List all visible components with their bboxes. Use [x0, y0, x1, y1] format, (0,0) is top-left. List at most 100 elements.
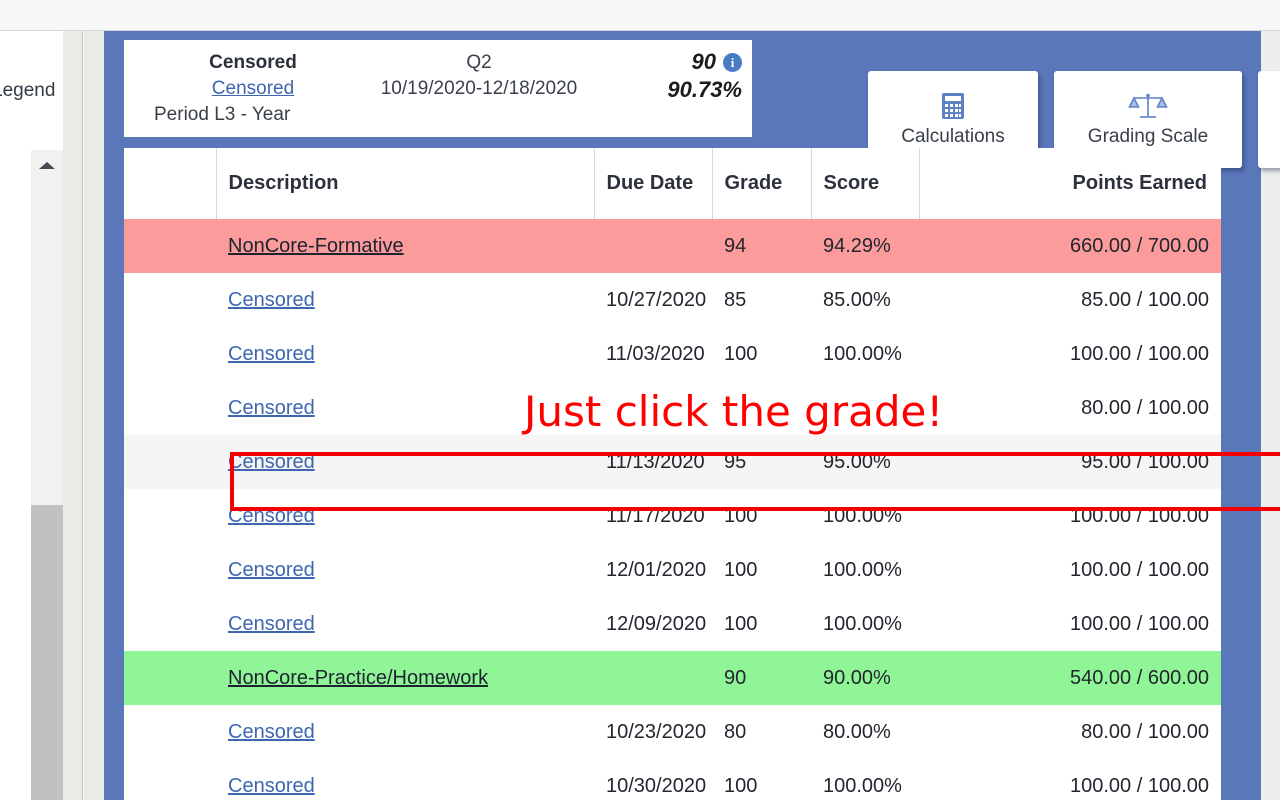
description-cell: NonCore-Practice/Homework: [216, 651, 594, 705]
scales-icon: [1128, 92, 1168, 120]
score-cell: 100.00%: [823, 342, 902, 365]
description-cell: Censored: [216, 273, 594, 327]
overall-percent-value: 90.73%: [667, 77, 742, 102]
grading-scale-label: Grading Scale: [1087, 125, 1209, 147]
category-link[interactable]: NonCore-Practice/Homework: [228, 667, 488, 689]
row-icon-cell: [124, 273, 216, 327]
scroll-up-button[interactable]: [31, 150, 63, 176]
due-date-cell: 10/23/2020: [606, 720, 707, 743]
col-header-description: Description: [216, 148, 595, 219]
assignment-link[interactable]: Censored: [228, 721, 315, 743]
due-date-cell: 12/09/2020: [606, 612, 707, 635]
col-header-grade: Grade: [712, 148, 812, 219]
grade-cell: 100: [724, 774, 758, 797]
assignment-row[interactable]: Censored 11/03/2020 100 100.00% 100.00 / 100…: [124, 327, 1221, 381]
category-row[interactable]: NonCore-Formative 94 94.29% 660.00 / 700.00: [124, 219, 1221, 273]
row-icon-cell: [124, 705, 216, 759]
points-earned-cell: 80.00 / 100.00: [1081, 396, 1209, 419]
print-button[interactable]: Print: [1258, 71, 1280, 168]
description-cell: Censored: [216, 435, 594, 489]
assignment-row[interactable]: Censored 10/30/2020 100 100.00% 100.00 / 100…: [124, 759, 1221, 800]
due-date-cell: [594, 651, 712, 705]
score-cell: 100.00%: [823, 504, 902, 527]
overall-grade-value: 90: [691, 49, 716, 74]
due-date-cell: 12/01/2020: [606, 558, 707, 581]
grades-table-card: Description Due Date Grade Score Points …: [124, 148, 1221, 800]
grade-cell: 100: [724, 342, 758, 365]
assignment-row[interactable]: Censored 11/13/2020 95 95.00% 95.00 / 100.00: [124, 435, 1221, 489]
col-header-icon: [124, 148, 217, 219]
assignment-link[interactable]: Censored: [228, 505, 315, 527]
score-cell: [811, 381, 919, 435]
points-earned-cell: 540.00 / 600.00: [919, 651, 1221, 705]
assignment-row[interactable]: Censored 12/01/2020 100 100.00% 100.00 / 100…: [124, 543, 1221, 597]
description-cell: NonCore-Formative: [216, 219, 594, 273]
points-earned-cell: 100.00 / 100.00: [1069, 504, 1209, 527]
points-earned-cell: 85.00 / 100.00: [1081, 288, 1209, 311]
score-cell: 100.00%: [823, 612, 902, 635]
assignment-link[interactable]: Censored: [228, 559, 315, 581]
row-icon-cell: [124, 489, 216, 543]
term-label: Q2: [466, 52, 492, 73]
assignment-link[interactable]: Censored: [228, 775, 315, 797]
row-icon-cell: [124, 435, 216, 489]
row-icon-cell: [124, 381, 216, 435]
overall-grade-row: 90 i: [614, 48, 742, 76]
score-cell: 90.00%: [811, 651, 919, 705]
points-earned-cell: 660.00 / 700.00: [919, 219, 1221, 273]
due-date-cell: 10/30/2020: [606, 774, 707, 797]
score-cell: 95.00%: [811, 435, 919, 489]
course-header-card: Censored Censored Period L3 - Year Q2 10…: [124, 40, 752, 137]
panel-gutter-inner: [84, 31, 104, 800]
assignment-link[interactable]: Censored: [228, 343, 315, 365]
assignment-row[interactable]: Censored 10/23/2020 80 80.00% 80.00 / 100.00: [124, 705, 1221, 759]
assignment-link[interactable]: Censored: [228, 289, 315, 311]
category-link[interactable]: NonCore-Formative: [228, 235, 404, 257]
grade-cell: 100: [724, 504, 758, 527]
legend-label: Legend: [0, 80, 56, 101]
assignment-row[interactable]: Censored 12/09/2020 100 100.00% 100.00 / 100…: [124, 597, 1221, 651]
calculations-label: Calculations: [901, 125, 1005, 147]
header-term-column: Q2 10/19/2020-12/18/2020: [334, 50, 624, 102]
score-cell: 85.00%: [823, 288, 891, 311]
description-cell: Censored: [216, 597, 594, 651]
score-cell: 94.29%: [811, 219, 919, 273]
score-cell: 100.00%: [823, 774, 902, 797]
assignment-row[interactable]: Censored 11/17/2020 100 100.00% 100.00 / 100…: [124, 489, 1221, 543]
grades-table: Description Due Date Grade Score Points …: [124, 148, 1221, 800]
assignment-link[interactable]: Censored: [228, 397, 315, 419]
info-icon[interactable]: i: [723, 52, 742, 72]
grades-table-body: NonCore-Formative 94 94.29% 660.00 / 700.00…: [124, 219, 1221, 800]
grade-cell: 80: [724, 720, 747, 743]
row-icon-cell: [124, 543, 216, 597]
description-cell: Censored: [216, 489, 594, 543]
points-earned-cell: 100.00 / 100.00: [1069, 342, 1209, 365]
assignment-link[interactable]: Censored: [228, 451, 315, 473]
description-cell: Censored: [216, 327, 594, 381]
row-icon-cell: [124, 759, 216, 800]
row-icon-cell: [124, 597, 216, 651]
term-date-range: 10/19/2020-12/18/2020: [380, 78, 578, 99]
browser-top-strip: [0, 0, 1280, 31]
assignment-link[interactable]: Censored: [228, 613, 315, 635]
category-row[interactable]: NonCore-Practice/Homework 90 90.00% 540.00 …: [124, 651, 1221, 705]
app-screen: Legend Censored Censored Period L3 - Yea…: [0, 0, 1280, 800]
points-earned-cell: 100.00 / 100.00: [1069, 558, 1209, 581]
description-cell: Censored: [216, 543, 594, 597]
col-header-due-date: Due Date: [594, 148, 713, 219]
assignment-row[interactable]: Censored 10/27/2020 85 85.00% 85.00 / 100.00: [124, 273, 1221, 327]
triangle-up-icon: [39, 162, 55, 169]
header-row: Description Due Date Grade Score Points …: [124, 148, 1221, 219]
vertical-scrollbar-thumb[interactable]: [31, 505, 63, 800]
description-cell: Censored: [216, 381, 594, 435]
assignment-row[interactable]: Censored 80.00 / 100.00: [124, 381, 1221, 435]
row-icon-cell: [124, 219, 216, 273]
description-cell: Censored: [216, 759, 594, 800]
grade-cell: 100: [724, 612, 758, 635]
gradebook-panel: Censored Censored Period L3 - Year Q2 10…: [104, 31, 1280, 800]
grades-table-header: Description Due Date Grade Score Points …: [124, 148, 1221, 219]
description-cell: Censored: [216, 705, 594, 759]
points-earned-cell: 100.00 / 100.00: [1069, 774, 1209, 797]
grade-cell: 100: [724, 558, 758, 581]
col-header-points-earned: Points Earned: [919, 148, 1221, 219]
